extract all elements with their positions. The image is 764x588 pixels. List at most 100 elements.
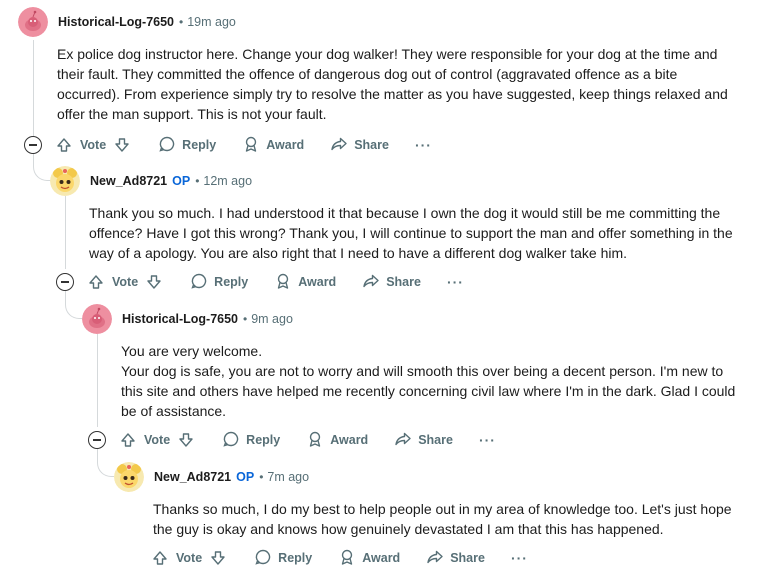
comment-paragraph: Your dog is safe, you are not to worry a… (121, 363, 736, 419)
op-badge: OP (236, 470, 255, 484)
avatar[interactable] (114, 462, 144, 492)
vote-control: Vote (120, 432, 194, 448)
comment-header: New_Ad8721 OP • 7m ago (114, 462, 309, 492)
comment-paragraph: Ex police dog instructor here. Change yo… (57, 46, 728, 122)
avatar[interactable] (82, 304, 112, 334)
reply-button[interactable]: Reply (222, 430, 280, 451)
more-options-icon[interactable]: ··· (511, 550, 528, 566)
award-icon (338, 548, 362, 569)
award-icon (274, 272, 298, 293)
vote-label: Vote (80, 138, 107, 152)
thread-line (97, 334, 98, 427)
downvote-icon[interactable] (146, 274, 162, 290)
collapse-thread-button[interactable] (88, 431, 106, 449)
award-button[interactable]: Award (274, 272, 336, 293)
upvote-icon[interactable] (88, 274, 104, 290)
share-label: Share (386, 275, 421, 289)
comment-bubble-icon (158, 135, 182, 156)
award-button[interactable]: Award (242, 135, 304, 156)
award-label: Award (266, 138, 305, 152)
share-button[interactable]: Share (362, 272, 421, 293)
downvote-icon[interactable] (210, 550, 226, 566)
share-label: Share (450, 551, 485, 565)
comment-author[interactable]: Historical-Log-7650 (58, 15, 174, 29)
comment-author[interactable]: Historical-Log-7650 (122, 312, 238, 326)
comment-body: Thank you so much. I had understood it t… (89, 203, 749, 263)
comment-body: Thanks so much, I do my best to help peo… (153, 499, 753, 539)
vote-control: Vote (88, 274, 162, 290)
separator-dot: • (179, 15, 184, 29)
comment-bubble-icon (254, 548, 278, 569)
share-icon (426, 548, 450, 569)
reply-button[interactable]: Reply (254, 548, 312, 569)
award-button[interactable]: Award (338, 548, 400, 569)
avatar[interactable] (50, 166, 80, 196)
thread-line (97, 449, 98, 460)
separator-dot: • (259, 470, 264, 484)
comment-timestamp[interactable]: 12m ago (203, 174, 252, 188)
more-options-icon[interactable]: ··· (479, 432, 496, 448)
comment-author[interactable]: New_Ad8721 (154, 470, 231, 484)
op-badge: OP (172, 174, 191, 188)
vote-label: Vote (112, 275, 139, 289)
comment-paragraph: Thanks so much, I do my best to help peo… (153, 501, 732, 537)
comment-body: You are very welcome. Your dog is safe, … (121, 341, 741, 421)
vote-control: Vote (152, 550, 226, 566)
share-button[interactable]: Share (394, 430, 453, 451)
share-icon (394, 430, 418, 451)
collapse-thread-button[interactable] (56, 273, 74, 291)
comment-paragraph: You are very welcome. (121, 343, 263, 359)
thread-line (65, 291, 66, 301)
reply-button[interactable]: Reply (190, 272, 248, 293)
award-label: Award (362, 551, 401, 565)
comment-paragraph: Thank you so much. I had understood it t… (89, 205, 733, 261)
comment-header: Historical-Log-7650 • 9m ago (82, 304, 293, 334)
comment-timestamp[interactable]: 19m ago (187, 15, 236, 29)
award-icon (242, 135, 266, 156)
thread-line (33, 40, 34, 136)
comment-body: Ex police dog instructor here. Change yo… (57, 44, 737, 124)
share-label: Share (354, 138, 389, 152)
reply-label: Reply (278, 551, 313, 565)
comment-header: New_Ad8721 OP • 12m ago (50, 166, 252, 196)
comment-timestamp[interactable]: 9m ago (251, 312, 293, 326)
upvote-icon[interactable] (152, 550, 168, 566)
more-options-icon[interactable]: ··· (447, 274, 464, 290)
collapse-thread-button[interactable] (24, 136, 42, 154)
comment-bubble-icon (190, 272, 214, 293)
downvote-icon[interactable] (178, 432, 194, 448)
reply-label: Reply (246, 433, 281, 447)
separator-dot: • (243, 312, 248, 326)
thread-line (33, 153, 34, 164)
comment-bubble-icon (222, 430, 246, 451)
comment-author[interactable]: New_Ad8721 (90, 174, 167, 188)
award-label: Award (330, 433, 369, 447)
comment-actions: Vote Reply Award Share ··· (56, 131, 432, 159)
share-button[interactable]: Share (330, 135, 389, 156)
share-button[interactable]: Share (426, 548, 485, 569)
vote-label: Vote (144, 433, 171, 447)
thread-connector (65, 301, 82, 319)
comment-header: Historical-Log-7650 • 19m ago (18, 7, 236, 37)
vote-label: Vote (176, 551, 203, 565)
award-icon (306, 430, 330, 451)
upvote-icon[interactable] (56, 137, 72, 153)
comment-actions: Vote Reply Award Share ··· (120, 426, 496, 454)
comment-actions: Vote Reply Award Share ··· (88, 268, 464, 296)
thread-line (65, 196, 66, 269)
reply-button[interactable]: Reply (158, 135, 216, 156)
upvote-icon[interactable] (120, 432, 136, 448)
separator-dot: • (195, 174, 200, 188)
more-options-icon[interactable]: ··· (415, 137, 432, 153)
award-button[interactable]: Award (306, 430, 368, 451)
thread-connector (97, 460, 114, 477)
comment-timestamp[interactable]: 7m ago (267, 470, 309, 484)
thread-connector (33, 164, 51, 181)
reply-label: Reply (182, 138, 217, 152)
share-label: Share (418, 433, 453, 447)
comment-actions: Vote Reply Award Share ··· (152, 544, 528, 572)
avatar[interactable] (18, 7, 48, 37)
downvote-icon[interactable] (114, 137, 130, 153)
award-label: Award (298, 275, 337, 289)
share-icon (330, 135, 354, 156)
